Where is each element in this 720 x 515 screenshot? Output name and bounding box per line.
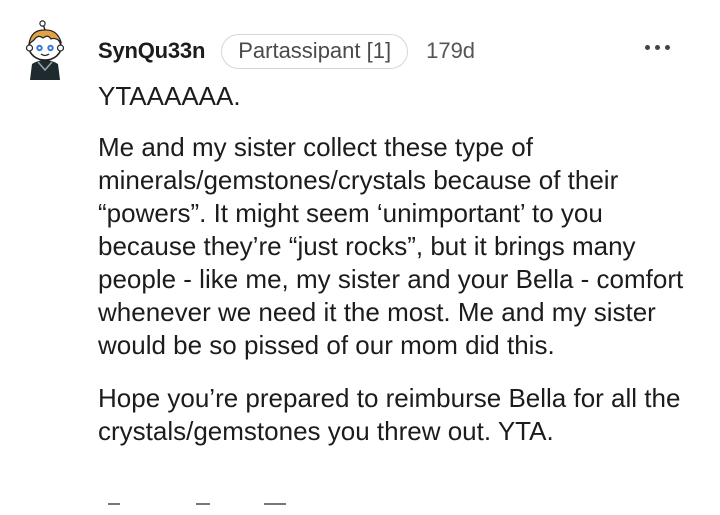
award-icon[interactable] bbox=[264, 503, 286, 505]
comment-actions-bar bbox=[98, 503, 398, 515]
user-avatar-icon[interactable] bbox=[22, 20, 68, 82]
comment-paragraph: YTAAAAAA. bbox=[98, 81, 241, 111]
comment-header: SynQu33n Partassipant [1] 179d bbox=[98, 33, 475, 69]
upvote-icon[interactable] bbox=[108, 503, 120, 505]
comment-age: 179d bbox=[426, 38, 476, 63]
user-flair-badge: Partassipant [1] bbox=[221, 33, 409, 69]
comment-paragraph: Hope you’re prepared to reimburse Bella … bbox=[98, 383, 681, 446]
reply-icon[interactable] bbox=[196, 503, 210, 505]
comment-paragraph: Me and my sister collect these type of m… bbox=[98, 132, 684, 360]
more-options-icon[interactable] bbox=[643, 41, 673, 55]
snoo-avatar-icon bbox=[25, 20, 65, 80]
username[interactable]: SynQu33n bbox=[98, 38, 205, 64]
comment-body: YTAAAAAA. Me and my sister collect these… bbox=[98, 80, 698, 448]
